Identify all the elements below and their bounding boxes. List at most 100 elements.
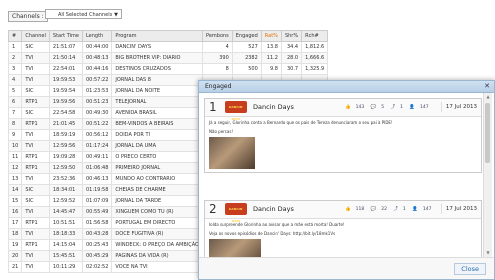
column-header[interactable]: Program	[111, 30, 203, 42]
scroll-up-icon[interactable]: ▲	[484, 93, 492, 101]
table-cell: 15	[7, 195, 23, 207]
table-cell: 13	[7, 173, 23, 185]
column-header[interactable]: Pembons	[202, 30, 233, 42]
scrollbar-thumb[interactable]	[485, 103, 490, 163]
table-cell: 1,666.6	[301, 52, 329, 64]
table-cell: SIC	[21, 107, 50, 119]
column-header[interactable]: Shr%	[280, 30, 303, 42]
post-text-secondary: Não percas!	[209, 129, 234, 134]
post-text: Já a seguir, Glorinha conta a Bernardo q…	[209, 120, 393, 125]
table-cell: 19:59:53	[48, 74, 83, 86]
column-header[interactable]: Channel	[21, 30, 50, 42]
scroll-down-icon[interactable]: ▼	[484, 249, 492, 257]
table-cell: 8	[7, 118, 23, 130]
table-cell: RTP1	[21, 162, 50, 174]
table-cell: TVI	[21, 261, 50, 273]
table-cell: 18	[7, 228, 23, 240]
table-row[interactable]: 3 TVI 22:54:01 00:44:16 DESTINOS CRUZADOS 8 50…	[7, 63, 329, 75]
column-header[interactable]: Start Time	[48, 30, 83, 42]
table-cell: 14:15:04	[48, 239, 83, 251]
table-cell: 10:51:51	[48, 217, 83, 229]
dialog-body: 1 DANCIN' DAYS Dancin Days 👍 143 💬 5 ⤴ 1 👤 1…	[199, 93, 494, 257]
table-cell: RTP1	[21, 217, 50, 229]
table-cell: RTP1	[21, 96, 50, 108]
table-cell: TVI	[21, 250, 50, 262]
close-icon[interactable]: ✕	[484, 81, 490, 92]
channels-label: Channels :	[8, 11, 48, 22]
table-cell: SIC	[21, 195, 50, 207]
table-cell: 7	[7, 107, 23, 119]
post-program-name[interactable]: Dancin Days	[253, 205, 294, 213]
table-cell: MUNDO AO CONTRARIO	[111, 173, 203, 185]
table-cell: VOCE NA TVI	[111, 261, 203, 273]
table-cell: 5	[7, 85, 23, 97]
table-cell: 390	[202, 52, 233, 64]
table-cell: 19:59:54	[48, 85, 83, 97]
user-icon: 👤	[412, 207, 418, 212]
table-cell: 19	[7, 239, 23, 251]
table-cell: PAGINAS DA VIDA (R)	[111, 250, 203, 262]
table-cell: 00:55:49	[81, 206, 113, 218]
column-header[interactable]: Length	[81, 30, 113, 42]
table-cell: 01:19:58	[81, 184, 113, 196]
table-cell: 00:56:12	[81, 129, 113, 141]
column-header[interactable]: Rch#	[301, 30, 329, 42]
table-cell: 21:01:45	[48, 118, 83, 130]
table-header-row: # Channel Start Time Length Program Pembons En…	[7, 30, 329, 42]
dialog-header: Engaged ✕	[199, 81, 494, 93]
table-cell: 1,812.6	[301, 41, 329, 53]
table-cell: BEM-VINDOS A BEIRAIS	[111, 118, 203, 130]
table-cell: 3	[7, 63, 23, 75]
comment-icon: 💬	[370, 105, 377, 110]
table-cell: 00:44:16	[81, 63, 113, 75]
table-cell: 9	[7, 129, 23, 141]
post-card-header: 2 DANCIN' DAYS Dancin Days 👍 118 💬 22 ⤴ 1 👤…	[205, 201, 481, 223]
table-cell: 28.0	[280, 52, 303, 64]
table-cell: PRIMEIRO JORNAL	[111, 162, 203, 174]
table-cell: 00:44:00	[81, 41, 113, 53]
post-stats: 👍 143 💬 5 ⤴ 1 👤 147	[345, 104, 434, 110]
table-cell: 01:07:09	[81, 195, 113, 207]
table-cell: 01:56:58	[81, 217, 113, 229]
post-text: Iolda surpreende Glorinha ao avisar que …	[209, 222, 345, 227]
table-cell: 00:51:23	[81, 96, 113, 108]
table-cell: 21:50:14	[48, 52, 83, 64]
user-icon: 👤	[409, 105, 415, 110]
table-cell: 1,325.9	[301, 63, 329, 75]
table-row[interactable]: 2 TVI 21:50:14 00:48:13 BIG BROTHER VIP: DIA…	[7, 52, 329, 64]
dialog-title: Engaged	[205, 83, 232, 90]
close-button[interactable]: Close	[454, 263, 486, 275]
post-number: 2	[209, 202, 217, 216]
filter-bar: Channels : All Selected Channels ▼	[0, 0, 495, 30]
table-cell: 22:54:01	[48, 63, 83, 75]
column-header[interactable]: #	[7, 30, 23, 42]
channels-select[interactable]: All Selected Channels ▼	[45, 9, 122, 19]
table-cell: 01:06:48	[81, 162, 113, 174]
dialog-footer: Close	[199, 257, 494, 279]
chevron-down-icon: ▼	[114, 12, 118, 18]
table-cell: 9.8	[260, 63, 282, 75]
dialog-scrollbar[interactable]: ▲ ▼	[483, 93, 492, 257]
table-cell: TVI	[21, 129, 50, 141]
table-row[interactable]: 1 SIC 21:51:07 00:44:00 DANCIN' DAYS 4 527 13.8…	[7, 41, 329, 53]
table-cell: RTP1	[21, 239, 50, 251]
column-header[interactable]: Rat%	[260, 30, 282, 42]
table-cell: WINDECK: O PREÇO DA AMBIÇÃO	[111, 239, 203, 251]
table-cell: 00:46:13	[81, 173, 113, 185]
table-cell: 10	[7, 140, 23, 152]
post-program-name[interactable]: Dancin Days	[253, 103, 294, 111]
table-cell: 17	[7, 217, 23, 229]
table-cell: XINGUEM COMO TU (R)	[111, 206, 203, 218]
table-cell: 00:49:30	[81, 107, 113, 119]
table-cell: JORNAL DA TARDE	[111, 195, 203, 207]
post-image[interactable]	[209, 137, 255, 169]
table-cell: 01:23:53	[81, 85, 113, 97]
table-cell: JORNAL DA NOITE	[111, 85, 203, 97]
table-cell: TVI	[21, 140, 50, 152]
table-cell: RTP1	[21, 151, 50, 163]
post-image[interactable]	[209, 239, 261, 257]
column-header[interactable]: Engaged	[231, 30, 262, 42]
post-date: 17 Jul 2013	[440, 204, 477, 214]
table-cell: DOIDA POR TI	[111, 129, 203, 141]
table-cell: 23:52:36	[48, 173, 83, 185]
